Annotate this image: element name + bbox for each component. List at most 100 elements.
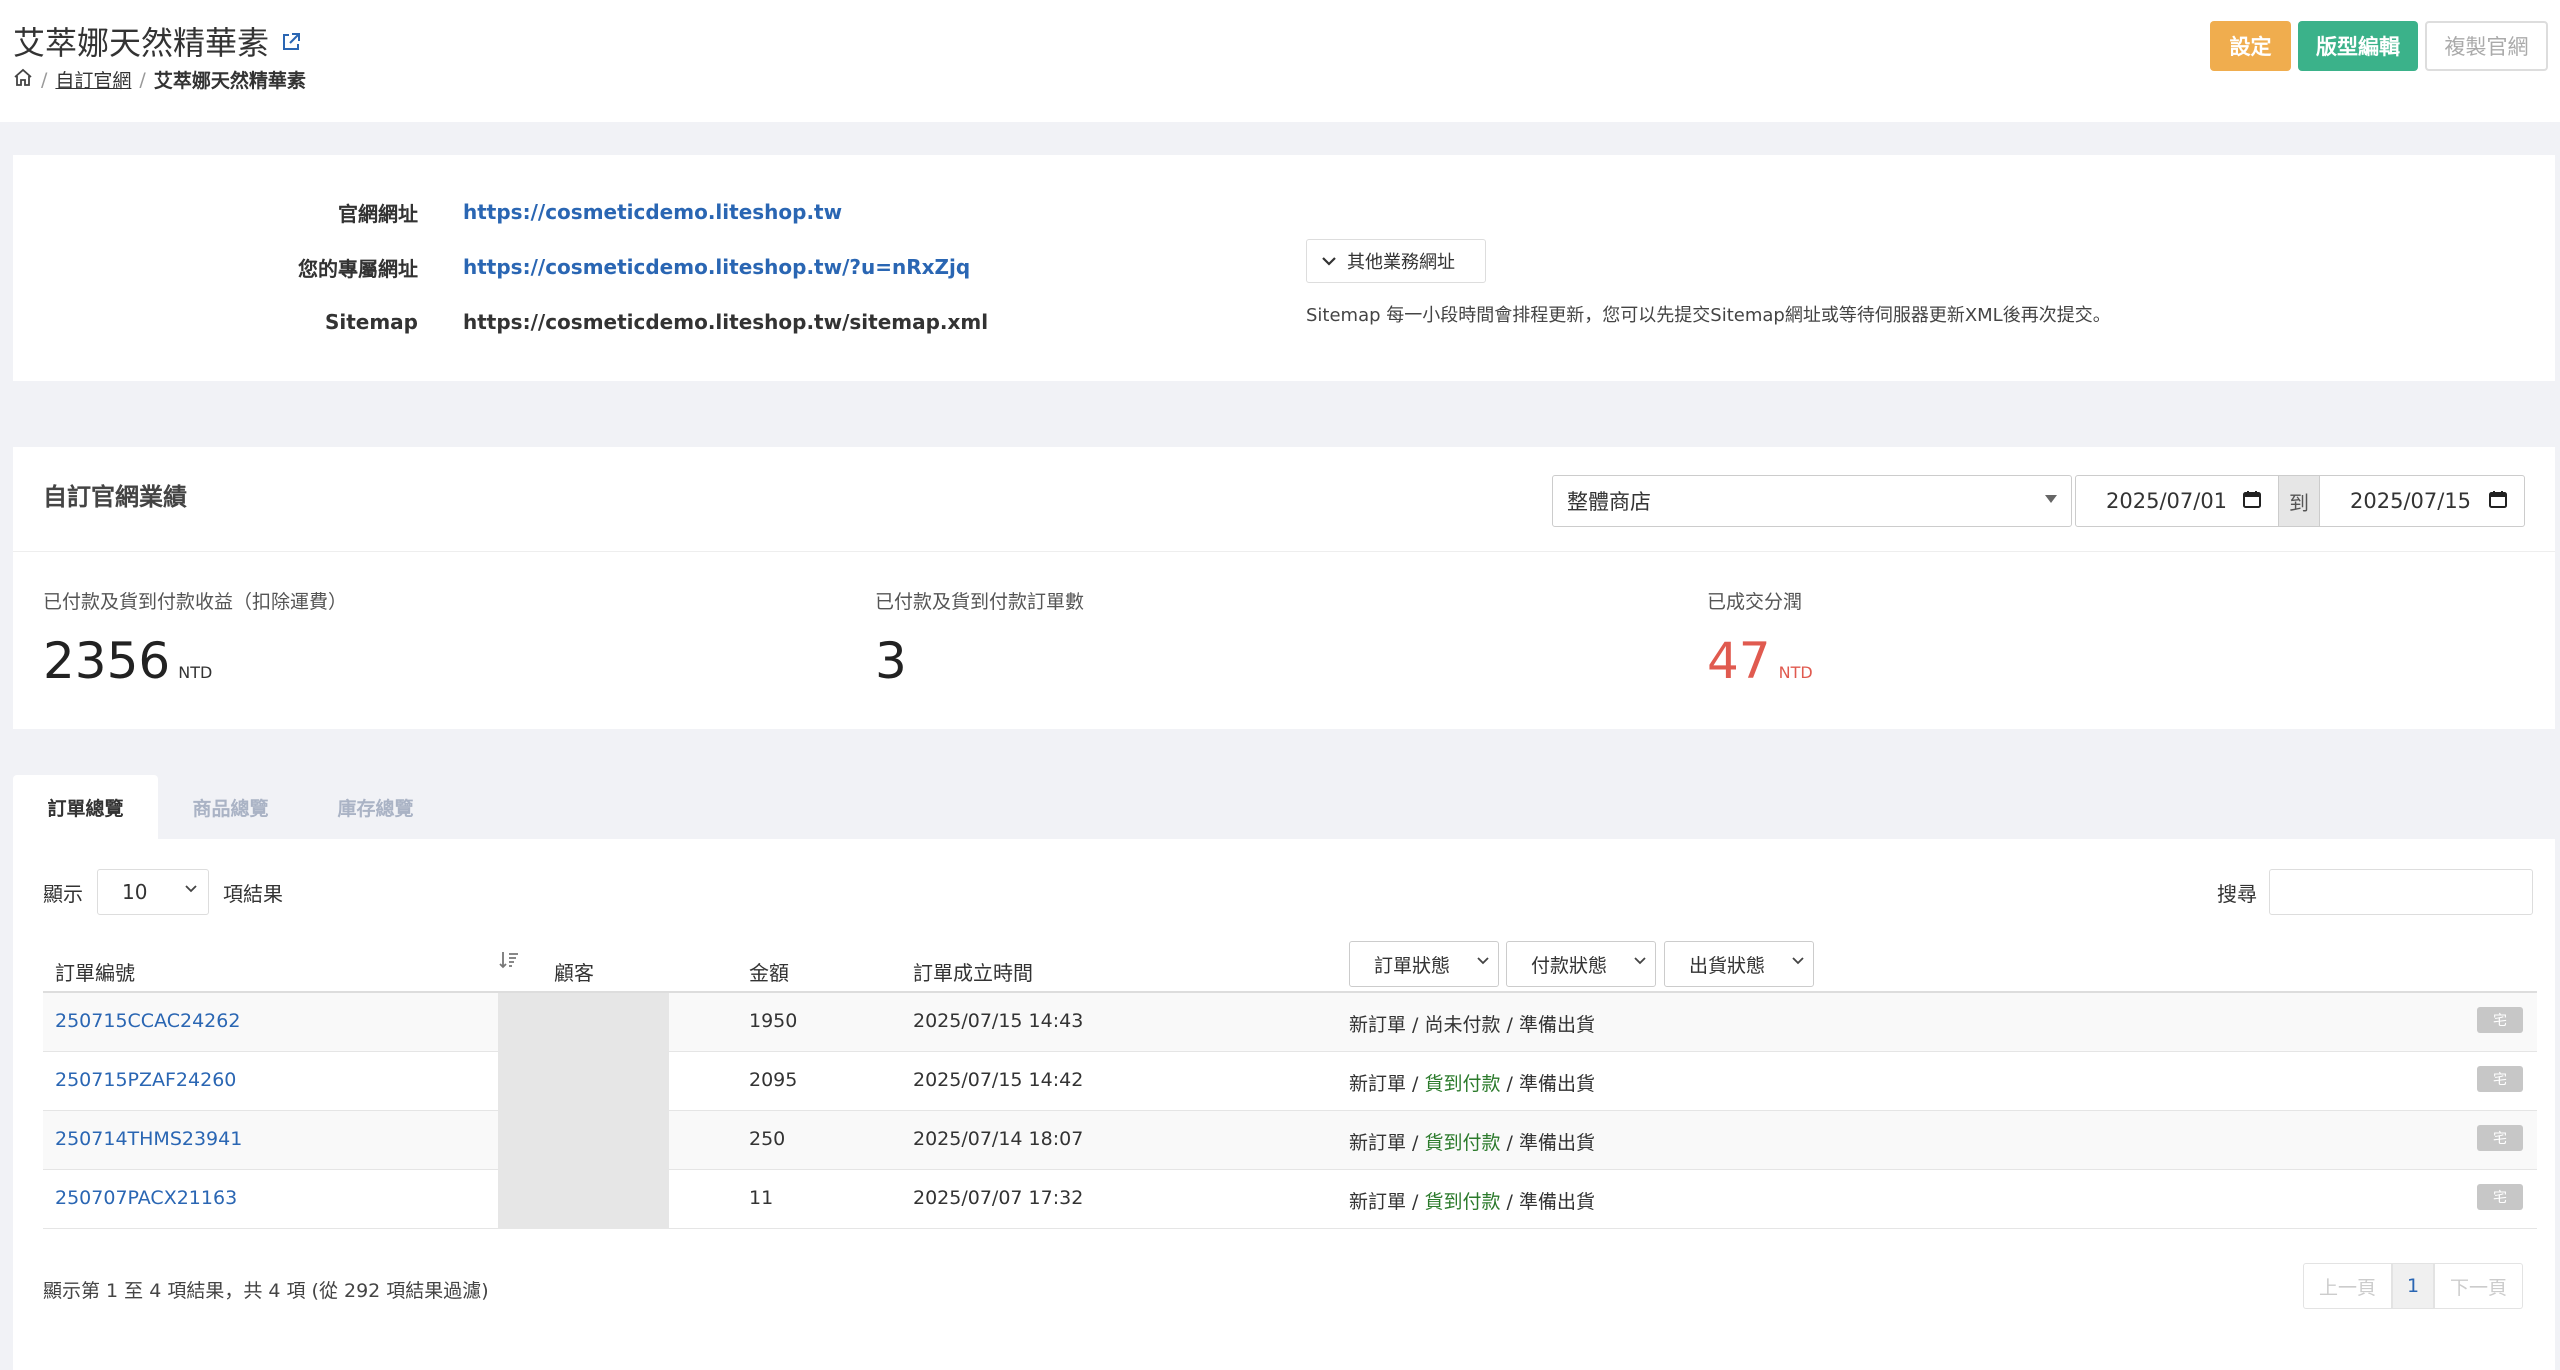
order-amount: 2095 <box>749 1069 798 1091</box>
column-order-no[interactable]: 訂單編號 <box>55 957 135 986</box>
pagination: 上一頁 1 下一頁 <box>2303 1263 2523 1309</box>
table-row: 250714THMS23941 250 2025/07/14 18:07 新訂單… <box>43 1111 2537 1170</box>
status-order: 新訂單 <box>1349 1073 1407 1095</box>
calendar-icon[interactable] <box>2488 489 2508 514</box>
stat-label: 已付款及貨到付款收益（扣除運費） <box>43 591 348 613</box>
breadcrumb-current: 艾萃娜天然精華素 <box>153 70 306 92</box>
page-header: 艾萃娜天然精華素 / 自訂官網 / 艾萃娜天然精華素 設定 版型編輯 複製官網 <box>0 0 2560 122</box>
settings-button[interactable]: 設定 <box>2210 21 2291 71</box>
date-to-label: 到 <box>2279 475 2319 527</box>
table-row: 250715PZAF24260 2095 2025/07/15 14:42 新訂… <box>43 1052 2537 1111</box>
order-amount: 1950 <box>749 1010 798 1032</box>
page-length-select[interactable]: 10 <box>97 869 209 915</box>
calendar-icon[interactable] <box>2242 489 2262 514</box>
stat-unit: NTD <box>1778 663 1813 682</box>
column-created[interactable]: 訂單成立時間 <box>913 957 1033 986</box>
chevron-down-icon <box>1476 954 1490 970</box>
shipping-status-filter[interactable]: 出貨狀態 <box>1664 941 1814 987</box>
tabs: 訂單總覽 商品總覽 庫存總覽 <box>13 775 448 839</box>
stat-unit: NTD <box>178 663 213 682</box>
show-label: 顯示 <box>43 881 83 906</box>
status-ship: 準備出貨 <box>1519 1132 1596 1154</box>
delivery-badge: 宅 <box>2477 1184 2523 1210</box>
prev-page-button[interactable]: 上一頁 <box>2303 1263 2392 1309</box>
order-amount: 11 <box>749 1187 774 1209</box>
order-number-link[interactable]: 250715PZAF24260 <box>55 1069 236 1091</box>
date-from-input[interactable]: 2025/07/01 <box>2075 475 2279 527</box>
order-number-link[interactable]: 250715CCAC24262 <box>55 1010 240 1032</box>
status-pay: 貨到付款 <box>1424 1191 1501 1213</box>
column-customer[interactable]: 顧客 <box>554 957 594 986</box>
chevron-down-icon <box>184 882 198 898</box>
table-header: 訂單編號 顧客 金額 訂單成立時間 訂單狀態 付款狀態 出貨狀態 <box>43 931 2537 993</box>
store-select[interactable]: 整體商店 <box>1552 475 2072 527</box>
payment-status-filter-label: 付款狀態 <box>1531 954 1608 977</box>
order-number-link[interactable]: 250714THMS23941 <box>55 1128 242 1150</box>
site-url-label: 官網網址 <box>338 201 418 226</box>
personal-url-label: 您的專屬網址 <box>298 256 418 281</box>
date-range: 2025/07/01 到 2025/07/15 <box>2075 475 2525 527</box>
search-input[interactable] <box>2269 869 2533 915</box>
page-number-button[interactable]: 1 <box>2392 1263 2434 1309</box>
customer-cell-redacted <box>498 1052 669 1111</box>
table-info: 顯示第 1 至 4 項結果，共 4 項 (從 292 項結果過濾) <box>43 1280 489 1302</box>
copy-site-button[interactable]: 複製官網 <box>2425 21 2548 71</box>
tab-orders[interactable]: 訂單總覽 <box>13 775 158 839</box>
order-status-filter[interactable]: 訂單狀態 <box>1349 941 1499 987</box>
status-pay: 貨到付款 <box>1424 1132 1501 1154</box>
status-order: 新訂單 <box>1349 1132 1407 1154</box>
url-panel: 官網網址 https://cosmeticdemo.liteshop.tw 您的… <box>13 155 2555 381</box>
customer-cell-redacted <box>498 1170 669 1229</box>
page-title: 艾萃娜天然精華素 <box>13 24 270 62</box>
stat-value: 3 <box>875 632 907 690</box>
column-amount[interactable]: 金額 <box>749 957 789 986</box>
delivery-badge: 宅 <box>2477 1007 2523 1033</box>
sitemap-label: Sitemap <box>324 310 418 334</box>
search-control: 搜尋 <box>2217 869 2533 915</box>
other-addresses-button[interactable]: 其他業務網址 <box>1306 239 1486 283</box>
other-addresses-label: 其他業務網址 <box>1347 252 1455 273</box>
status-ship: 準備出貨 <box>1519 1073 1596 1095</box>
personal-url-link[interactable]: https://cosmeticdemo.liteshop.tw/?u=nRxZ… <box>463 255 970 279</box>
breadcrumb-separator: / <box>139 68 146 91</box>
orders-table: 訂單編號 顧客 金額 訂單成立時間 訂單狀態 付款狀態 出貨狀態 250715C… <box>43 931 2537 1229</box>
status-order: 新訂單 <box>1349 1191 1407 1213</box>
tab-inventory[interactable]: 庫存總覽 <box>303 775 448 839</box>
order-status: 新訂單 / 尚未付款 / 準備出貨 <box>1349 1014 1596 1036</box>
customer-cell-redacted <box>498 993 669 1052</box>
date-to-input[interactable]: 2025/07/15 <box>2319 475 2525 527</box>
sitemap-url: https://cosmeticdemo.liteshop.tw/sitemap… <box>463 310 989 334</box>
page-length-control: 顯示 10 項結果 <box>43 869 283 915</box>
template-edit-button[interactable]: 版型編輯 <box>2298 21 2418 71</box>
sort-desc-icon[interactable] <box>498 949 520 976</box>
status-ship: 準備出貨 <box>1519 1014 1596 1036</box>
next-page-button[interactable]: 下一頁 <box>2434 1263 2523 1309</box>
table-row: 250715CCAC24262 1950 2025/07/15 14:43 新訂… <box>43 993 2537 1052</box>
order-created: 2025/07/07 17:32 <box>913 1187 1084 1209</box>
order-status-filter-label: 訂單狀態 <box>1374 954 1451 977</box>
payment-status-filter[interactable]: 付款狀態 <box>1506 941 1656 987</box>
order-number-link[interactable]: 250707PACX21163 <box>55 1187 237 1209</box>
order-status: 新訂單 / 貨到付款 / 準備出貨 <box>1349 1191 1596 1213</box>
status-pay: 貨到付款 <box>1424 1073 1501 1095</box>
breadcrumb: / 自訂官網 / 艾萃娜天然精華素 <box>13 66 306 93</box>
divider <box>13 551 2555 552</box>
status-pay: 尚未付款 <box>1424 1014 1501 1036</box>
order-created: 2025/07/15 14:42 <box>913 1069 1084 1091</box>
caret-down-icon <box>2045 495 2057 503</box>
status-ship: 準備出貨 <box>1519 1191 1596 1213</box>
order-status: 新訂單 / 貨到付款 / 準備出貨 <box>1349 1132 1596 1154</box>
stat-value: 47 <box>1707 632 1771 690</box>
external-link-icon[interactable] <box>280 31 302 53</box>
delivery-badge: 宅 <box>2477 1066 2523 1092</box>
tab-products[interactable]: 商品總覽 <box>158 775 303 839</box>
home-icon[interactable] <box>13 68 33 92</box>
stat-order-count: 已付款及貨到付款訂單數 3 <box>875 587 1084 686</box>
store-select-value: 整體商店 <box>1567 490 1651 514</box>
customer-cell-redacted <box>498 1111 669 1170</box>
breadcrumb-parent-link[interactable]: 自訂官網 <box>55 66 131 93</box>
order-created: 2025/07/15 14:43 <box>913 1010 1084 1032</box>
results-label: 項結果 <box>223 881 283 906</box>
site-url-link[interactable]: https://cosmeticdemo.liteshop.tw <box>463 200 842 224</box>
page-length-value: 10 <box>122 880 148 904</box>
